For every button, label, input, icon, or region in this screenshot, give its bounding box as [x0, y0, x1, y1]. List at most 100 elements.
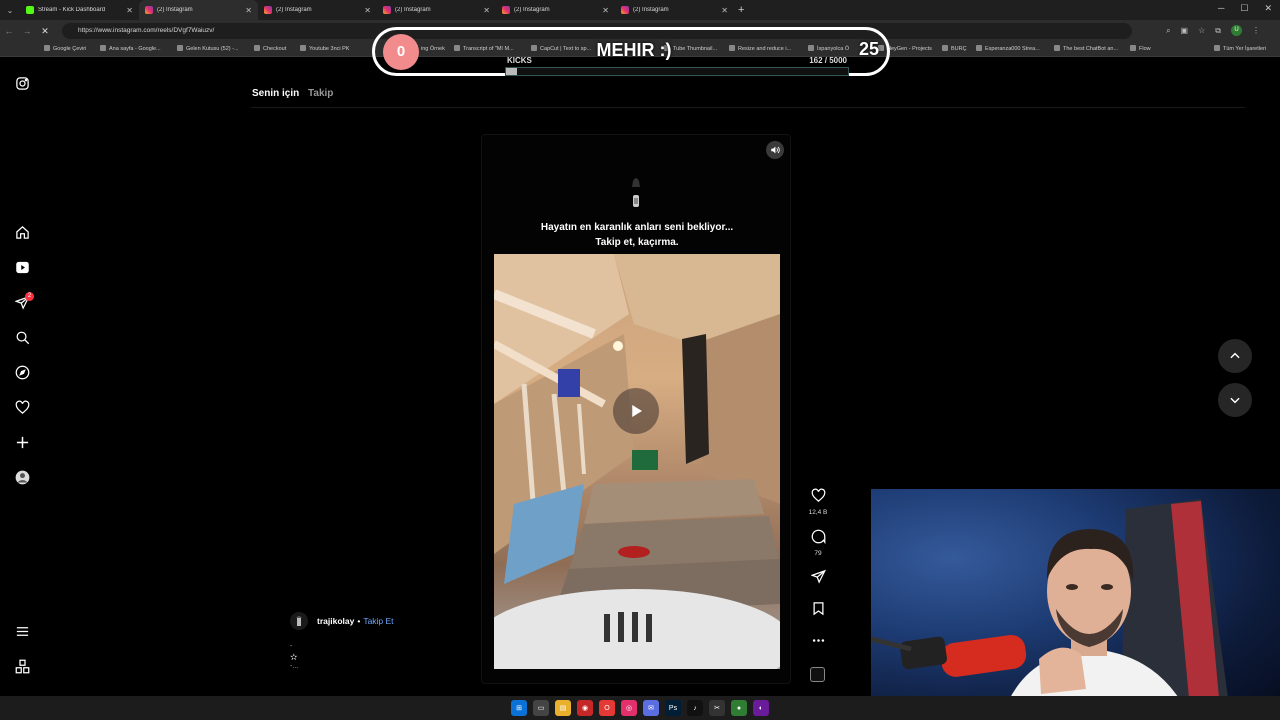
stop-reload-icon[interactable]: ✕ — [36, 26, 54, 37]
instagram-icon — [264, 6, 272, 14]
tab-close-icon[interactable]: ✕ — [721, 6, 728, 15]
bookmark-star-icon[interactable]: ☆ — [1198, 26, 1205, 35]
comment-icon[interactable] — [811, 529, 826, 545]
right-score: 25 — [858, 39, 879, 59]
tab-close-icon[interactable]: ✕ — [126, 6, 133, 15]
search-icon[interactable] — [14, 329, 31, 346]
tab-following[interactable]: Takip — [308, 88, 333, 99]
profile-avatar[interactable]: U — [1231, 25, 1242, 36]
bookmark-item[interactable]: Flow — [1130, 45, 1151, 52]
reel-caption-line-2: Takip et, kaçırma. — [595, 237, 679, 248]
instagram-app-icon[interactable]: ◎ — [621, 700, 637, 716]
volume-icon[interactable] — [766, 141, 784, 159]
zoom-icon[interactable]: ⌕ — [1166, 26, 1170, 36]
app-red-icon[interactable]: ◉ — [577, 700, 593, 716]
hooded-figure-icon — [632, 178, 640, 207]
photoshop-icon[interactable]: Ps — [665, 700, 681, 716]
tiktok-icon[interactable]: ♪ — [687, 700, 703, 716]
browser-tab[interactable]: (2) Instagram ✕ — [496, 0, 615, 20]
audio-track-thumbnail[interactable] — [810, 667, 825, 682]
maximize-icon[interactable]: ☐ — [1240, 3, 1248, 14]
chrome-icon[interactable]: ● — [731, 700, 747, 716]
reel-description-more[interactable]: -... — [290, 663, 298, 670]
instagram-logo-icon[interactable] — [14, 75, 31, 92]
back-icon[interactable]: ← — [0, 26, 18, 36]
tab-close-icon[interactable]: ✕ — [245, 6, 252, 15]
bookmark-item[interactable]: Gelen Kutusu (52) -... — [177, 45, 239, 52]
kicks-goal: KICKS 162 / 5000 — [505, 56, 849, 77]
messenger-icon[interactable]: ✉ — [643, 700, 659, 716]
tab-search-icon[interactable]: ⌄ — [0, 0, 20, 20]
create-plus-icon[interactable] — [14, 434, 31, 451]
chevron-down-icon — [1230, 397, 1240, 404]
heart-icon[interactable] — [14, 399, 31, 416]
obs-icon[interactable]: ◐ — [753, 700, 769, 716]
file-explorer-icon[interactable]: ▤ — [555, 700, 571, 716]
home-icon[interactable] — [14, 224, 31, 241]
tab-for-you[interactable]: Senin için — [252, 88, 299, 99]
staircase-scene — [494, 254, 780, 669]
tab-title: (2) Instagram — [514, 7, 550, 13]
more-options-icon[interactable] — [806, 633, 830, 653]
kicks-label: KICKS — [507, 56, 532, 65]
tab-title: Stream - Kick Dashboard — [38, 7, 106, 13]
reel-video-frame[interactable] — [494, 254, 780, 669]
follow-button[interactable]: Takip Et — [363, 616, 393, 626]
browser-tab[interactable]: (2) Instagram ✕ — [377, 0, 496, 20]
heart-icon[interactable] — [811, 488, 826, 503]
bookmark-item[interactable]: The best ChatBot an... — [1054, 45, 1118, 52]
windows-taskbar: ⊞ ▭ ▤ ◉ O ◎ ✉ Ps ♪ ✂ ● ◐ — [0, 696, 1280, 720]
capcut-icon[interactable]: ✂ — [709, 700, 725, 716]
feed-tabs: Senin için Takip — [252, 88, 339, 99]
window-controls: ─ ☐ ✕ — [1218, 3, 1272, 14]
install-app-icon[interactable]: ▣ — [1181, 26, 1189, 35]
forward-icon[interactable]: → — [18, 26, 36, 36]
close-window-icon[interactable]: ✕ — [1264, 3, 1272, 14]
like-action[interactable]: 12,4 B — [806, 488, 830, 516]
browser-tab-active[interactable]: (2) Instagram ✕ — [139, 0, 258, 20]
more-menu-icon[interactable] — [14, 623, 31, 640]
separator-dot: • — [357, 616, 361, 626]
tab-close-icon[interactable]: ✕ — [364, 6, 371, 15]
like-count: 12,4 B — [808, 509, 828, 516]
reels-icon[interactable] — [14, 259, 31, 276]
divider — [251, 107, 1245, 108]
bookmark-item[interactable]: Ana sayfa - Google... — [100, 45, 161, 52]
browser-menu-icon[interactable]: ⋮ — [1252, 26, 1260, 35]
tab-close-icon[interactable]: ✕ — [483, 6, 490, 15]
author-avatar[interactable] — [290, 612, 308, 630]
kicks-progress-bar — [505, 67, 849, 76]
next-reel-button[interactable] — [1218, 383, 1252, 417]
reel-player[interactable]: Hayatın en karanlık anları seni bekliyor… — [481, 134, 791, 684]
bookmark-item[interactable]: BURÇ — [942, 45, 967, 52]
new-tab-button[interactable]: + — [738, 4, 744, 16]
profile-avatar-icon[interactable] — [14, 469, 31, 486]
also-from-meta-icon[interactable] — [14, 658, 31, 675]
share-icon[interactable] — [806, 569, 830, 589]
bookmark-item[interactable]: Checkout — [254, 45, 286, 52]
task-view-icon[interactable]: ▭ — [533, 700, 549, 716]
author-username[interactable]: trajikolay — [317, 616, 354, 626]
opera-icon[interactable]: O — [599, 700, 615, 716]
tab-close-icon[interactable]: ✕ — [602, 6, 609, 15]
bookmark-item[interactable]: Esperanza000 Strea... — [976, 45, 1040, 52]
previous-reel-button[interactable] — [1218, 339, 1252, 373]
bookmark-item[interactable]: Youtube 3nci PK — [300, 45, 349, 52]
chevron-up-icon — [1230, 352, 1240, 359]
windows-start-icon[interactable]: ⊞ — [511, 700, 527, 716]
browser-tab[interactable]: (2) Instagram ✕ — [615, 0, 734, 20]
browser-tab[interactable]: Stream - Kick Dashboard ✕ — [20, 0, 139, 20]
save-bookmark-icon[interactable] — [806, 601, 830, 621]
play-button[interactable] — [613, 388, 659, 434]
comment-action[interactable]: 79 — [806, 529, 830, 557]
browser-tab[interactable]: (2) Instagram ✕ — [258, 0, 377, 20]
instagram-icon — [621, 6, 629, 14]
explore-icon[interactable] — [14, 364, 31, 381]
instagram-icon — [145, 6, 153, 14]
kicks-progress-fill — [506, 68, 518, 75]
bookmark-item[interactable]: Google Çeviri — [44, 45, 86, 52]
all-bookmarks[interactable]: Tüm Yer İşaretleri — [1214, 45, 1266, 52]
extensions-icon[interactable]: ⧉ — [1215, 26, 1221, 36]
address-bar-icons: ⌕ ▣ ☆ ⧉ U ⋮ — [1166, 25, 1260, 36]
minimize-icon[interactable]: ─ — [1218, 3, 1224, 14]
